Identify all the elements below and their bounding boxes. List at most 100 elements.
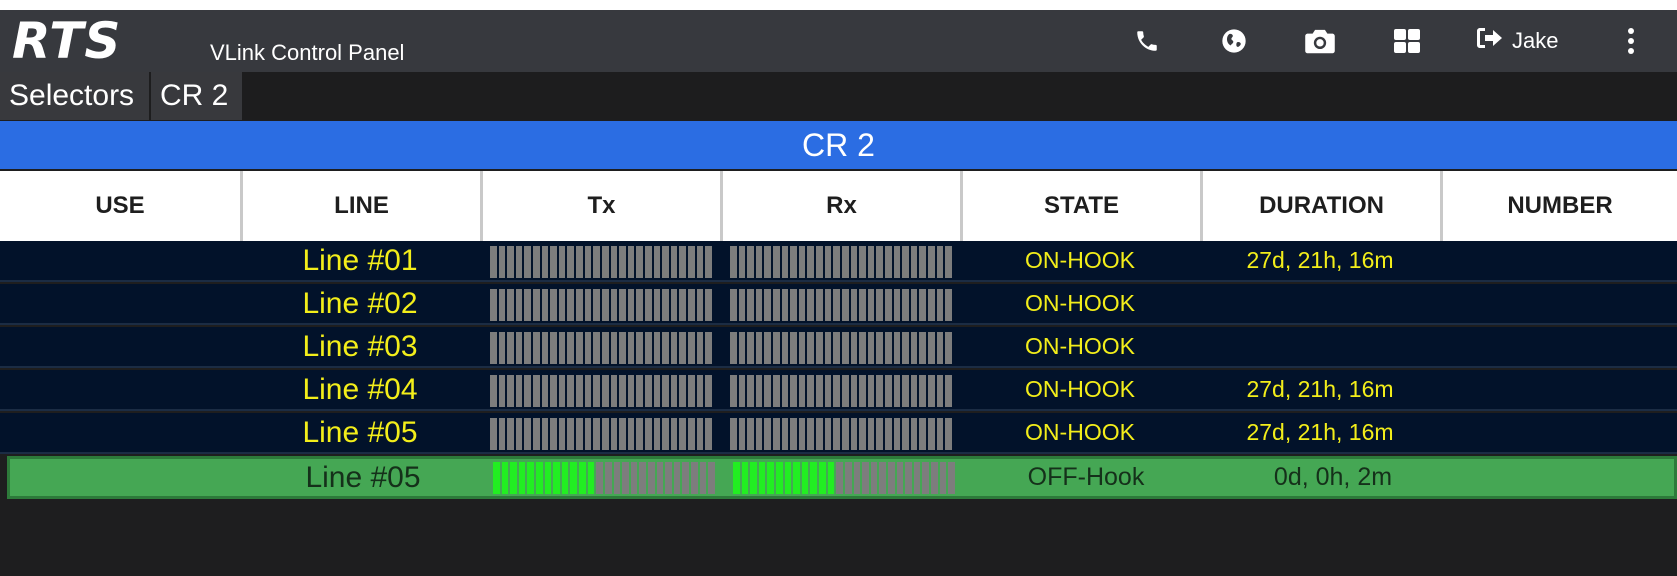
state-value: ON-HOOK [1025, 419, 1135, 445]
meter-segment [691, 462, 698, 494]
meter-segment [515, 246, 523, 278]
meter-segment [798, 332, 806, 364]
meter-segment [850, 418, 858, 450]
camera-icon[interactable] [1303, 24, 1337, 58]
meter-segment [919, 375, 927, 407]
meter-segment [636, 375, 643, 407]
meter-segment [584, 246, 592, 278]
meter-segment [550, 375, 557, 407]
meter-segment [876, 289, 883, 321]
col-use: USE [0, 171, 243, 241]
meter-segment [913, 462, 921, 494]
meter-segment [755, 375, 763, 407]
header-bar: RTS VLink Control Panel Jake [0, 10, 1677, 72]
meter-segment [567, 246, 575, 278]
meter-segment [541, 289, 549, 321]
tab-selectors[interactable]: Selectors [0, 72, 151, 120]
meter-segment [939, 462, 947, 494]
meter-segment [627, 375, 635, 407]
meter-segment [501, 462, 509, 494]
meter-segment [945, 332, 952, 364]
meter-segment [790, 418, 797, 450]
meter-segment [850, 246, 858, 278]
meter-segment [893, 375, 901, 407]
meter-segment [755, 418, 763, 450]
meter-segment [515, 289, 523, 321]
meter-segment [627, 418, 635, 450]
table-row[interactable]: Line #03 ON-HOOK [0, 327, 1677, 368]
meter-segment [773, 332, 780, 364]
meter-segment [801, 462, 809, 494]
meter-segment [928, 418, 935, 450]
line-label: Line #05 [305, 460, 421, 494]
grid-icon[interactable] [1390, 24, 1424, 58]
meter-segment [841, 289, 849, 321]
table-row[interactable]: Line #04 ON-HOOK 27d, 21h, 16m [0, 370, 1677, 411]
meter-segment [867, 418, 875, 450]
phone-icon[interactable] [1130, 24, 1164, 58]
line-label: Line #03 [302, 329, 418, 363]
meter-segment [601, 418, 609, 450]
meter-segment [945, 289, 952, 321]
meter-segment [567, 418, 575, 450]
meter-segment [584, 375, 592, 407]
meter-segment [764, 289, 772, 321]
meter-segment [833, 289, 840, 321]
meter-segment [524, 375, 532, 407]
meter-segment [490, 375, 497, 407]
table-row[interactable]: Line #01 ON-HOOK 27d, 21h, 16m [0, 241, 1677, 282]
meter-segment [579, 462, 586, 494]
meter-segment [593, 418, 600, 450]
meter-segment [876, 332, 883, 364]
table-row[interactable]: Line #05 ON-HOOK 27d, 21h, 16m [0, 413, 1677, 454]
meter-segment [507, 375, 514, 407]
user-name: Jake [1512, 28, 1559, 53]
col-duration: DURATION [1203, 171, 1443, 241]
meter-segment [524, 289, 532, 321]
meter-segment [816, 246, 823, 278]
meter-segment [859, 332, 866, 364]
logout-button[interactable]: Jake [1476, 24, 1558, 58]
duration-value: 0d, 0h, 2m [1273, 463, 1393, 491]
tab-cr2[interactable]: CR 2 [151, 72, 244, 120]
meter-segment [665, 462, 672, 494]
table-row-active[interactable]: Line #05 OFF-Hook 0d, 0h, 2m [7, 456, 1677, 499]
rx-meter [730, 418, 952, 450]
table-row[interactable]: Line #02 ON-HOOK [0, 284, 1677, 325]
meter-segment [576, 418, 583, 450]
globe-icon[interactable] [1217, 24, 1251, 58]
meter-segment [662, 332, 669, 364]
meter-segment [533, 289, 540, 321]
meter-segment [884, 375, 892, 407]
meter-segment [841, 332, 849, 364]
meter-segment [750, 462, 757, 494]
tab-bar: Selectors CR 2 [0, 72, 1677, 120]
meter-segment [524, 246, 532, 278]
meter-segment [627, 246, 635, 278]
meter-segment [567, 332, 575, 364]
meter-segment [696, 246, 704, 278]
tx-meter [490, 246, 712, 278]
meter-segment [905, 462, 912, 494]
meter-segment [644, 375, 652, 407]
meter-segment [601, 246, 609, 278]
meter-segment [653, 246, 661, 278]
meter-segment [610, 375, 618, 407]
meter-segment [798, 246, 806, 278]
meter-segment [610, 246, 618, 278]
meter-segment [662, 418, 669, 450]
meter-segment [827, 462, 835, 494]
rx-meter [730, 332, 952, 364]
duration-value: 27d, 21h, 16m [1246, 376, 1394, 402]
more-vertical-icon[interactable] [1614, 24, 1648, 58]
meter-segment [902, 246, 909, 278]
line-label: Line #05 [302, 415, 418, 449]
meter-segment [781, 246, 789, 278]
duration-value [1200, 284, 1440, 323]
meter-segment [550, 289, 557, 321]
meter-segment [733, 462, 740, 494]
meter-segment [490, 289, 497, 321]
meter-segment [816, 375, 823, 407]
meter-segment [567, 375, 575, 407]
meter-segment [662, 246, 669, 278]
